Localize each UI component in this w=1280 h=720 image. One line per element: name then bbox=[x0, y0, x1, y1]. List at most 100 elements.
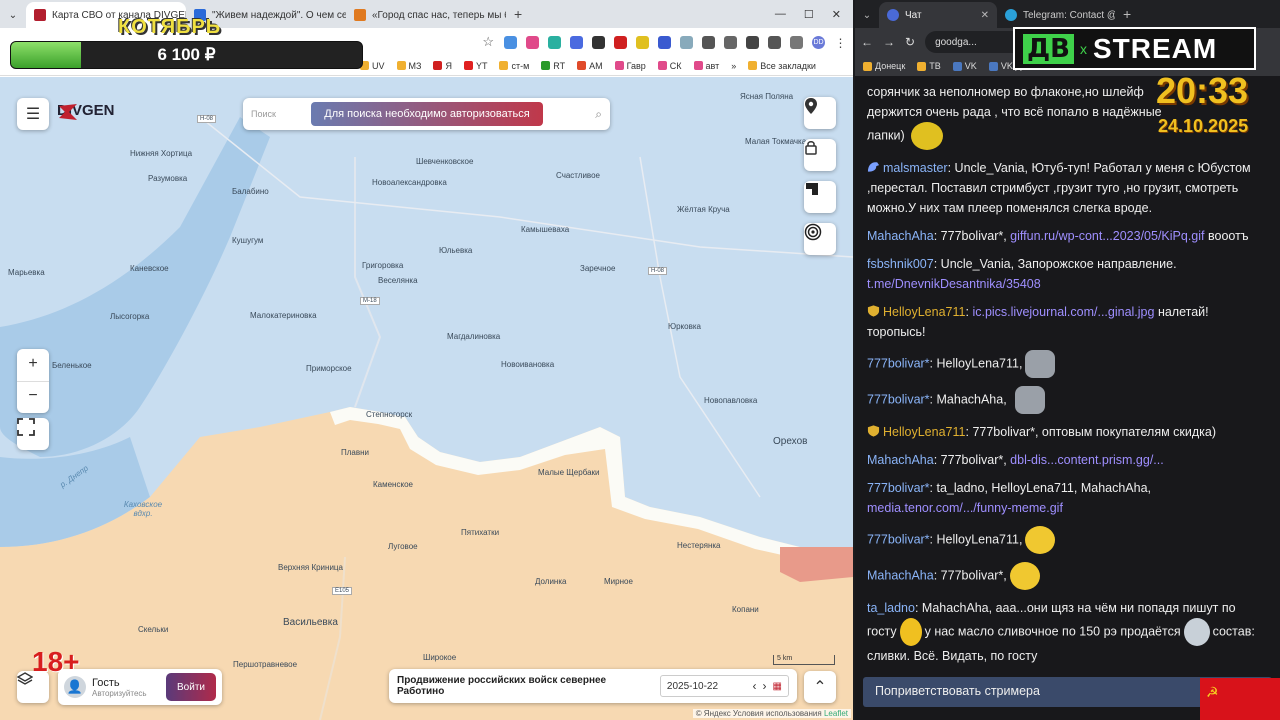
profile-avatar[interactable]: DD bbox=[812, 35, 825, 49]
extension-icon[interactable] bbox=[526, 35, 539, 49]
extension-icon[interactable] bbox=[702, 35, 715, 49]
map-canvas[interactable]: Нижняя Хортица Разумовка Балабино Кушугу… bbox=[0, 77, 853, 720]
lock-icon[interactable] bbox=[804, 139, 836, 171]
place-label: Веселянка bbox=[378, 276, 418, 285]
bookmark-item[interactable]: RT bbox=[541, 61, 565, 71]
tab-city[interactable]: «Город спас нас, теперь мы б... ✕ bbox=[346, 2, 506, 28]
download-icon[interactable] bbox=[790, 35, 803, 49]
message-link[interactable]: t.me/DnevnikDesantnika/35408 bbox=[867, 277, 1041, 291]
extension-icon[interactable] bbox=[636, 35, 649, 49]
message-link[interactable]: dbl-dis...content.prism.gg/... bbox=[1010, 453, 1164, 467]
leaflet-link[interactable]: Leaflet bbox=[824, 709, 848, 718]
bookmark-label: МЗ bbox=[408, 60, 422, 71]
extension-icon[interactable] bbox=[680, 35, 693, 49]
maximize-icon[interactable]: ☐ bbox=[804, 8, 814, 21]
message-mid: у нас масло сливочное по 150 рэ продаётс… bbox=[924, 624, 1181, 639]
bookmark-item[interactable]: YT bbox=[463, 61, 487, 71]
search-input[interactable]: Поиск bbox=[251, 109, 301, 119]
bookmark-item[interactable]: AM bbox=[577, 61, 603, 71]
chat-username[interactable]: MahachAha bbox=[867, 229, 934, 243]
timeline-title: Продвижение российских войск севернее Ра… bbox=[397, 675, 607, 697]
chat-username[interactable]: 777bolivar* bbox=[867, 356, 930, 370]
zoom-out-button[interactable]: − bbox=[17, 381, 49, 413]
bookmark-item[interactable]: Донецк bbox=[863, 61, 905, 71]
new-tab-button[interactable]: + bbox=[1115, 6, 1139, 28]
bookmark-item[interactable]: СК bbox=[657, 60, 682, 71]
forward-icon[interactable]: → bbox=[883, 35, 895, 49]
place-label: Долинка bbox=[535, 577, 567, 586]
back-icon[interactable]: ← bbox=[861, 35, 873, 49]
puzzle-icon[interactable] bbox=[724, 35, 737, 49]
bookmark-item[interactable]: VK bbox=[952, 61, 977, 71]
star-icon[interactable]: ☆ bbox=[482, 34, 494, 50]
reload-icon[interactable]: ↻ bbox=[905, 35, 915, 49]
bookmark-item[interactable]: авт bbox=[693, 61, 719, 71]
chat-username[interactable]: MahachAha bbox=[867, 568, 934, 582]
fullscreen-icon[interactable] bbox=[17, 418, 49, 450]
place-label: Счастливое bbox=[556, 171, 600, 180]
message-text: ta_ladno, HelloyLena711, MahachAha, bbox=[936, 481, 1152, 495]
chat-username[interactable]: malsmaster bbox=[883, 161, 948, 175]
chat-username[interactable]: 777bolivar* bbox=[867, 392, 930, 406]
chat-username[interactable]: 777bolivar* bbox=[867, 532, 930, 546]
bookmark-item[interactable]: МЗ bbox=[396, 60, 422, 71]
chat-username[interactable]: MahachAha bbox=[867, 453, 934, 467]
bookmark-label: AM bbox=[589, 60, 603, 71]
tab-search-icon[interactable]: ⌄ bbox=[855, 2, 879, 28]
bookmark-item[interactable]: ст-м bbox=[499, 61, 529, 71]
tab-telegram[interactable]: Telegram: Contact @D ✕ bbox=[997, 2, 1115, 28]
close-window-icon[interactable]: ✕ bbox=[832, 8, 841, 21]
bookmark-item[interactable]: Гавр bbox=[614, 61, 646, 71]
chevron-right-icon[interactable]: › bbox=[763, 679, 767, 693]
attribution-text[interactable]: © Яндекс Условия использования bbox=[696, 709, 822, 718]
chat-username[interactable]: fsbshnik007 bbox=[867, 257, 934, 271]
target-icon[interactable] bbox=[804, 223, 836, 255]
bookmark-label: СК bbox=[669, 60, 682, 71]
map-attribution: © Яндекс Условия использования Leaflet bbox=[692, 709, 851, 718]
place-label: Камышеваха bbox=[521, 225, 570, 234]
auth-required-button[interactable]: Для поиска необходимо авторизоваться bbox=[311, 102, 543, 126]
bookmark-item[interactable]: ТВ bbox=[917, 61, 941, 71]
tab-search-icon[interactable]: ⌄ bbox=[0, 2, 26, 28]
extension-icon[interactable] bbox=[570, 35, 583, 49]
chat-username[interactable]: ta_ladno bbox=[867, 601, 915, 615]
chat-username[interactable]: HelloyLena711 bbox=[883, 425, 965, 439]
message-link[interactable]: ic.pics.livejournal.com/...ginal.jpg bbox=[972, 305, 1154, 319]
map-search[interactable]: Поиск Для поиска необходимо авторизовать… bbox=[243, 98, 610, 130]
chevron-up-icon[interactable]: ⌃ bbox=[804, 671, 836, 703]
bookmark-item[interactable]: UV bbox=[360, 61, 385, 71]
chat-username[interactable]: HelloyLena711 bbox=[883, 305, 965, 319]
date-picker[interactable]: 2025-10-22 ‹ › ▦ bbox=[659, 675, 789, 697]
extension-icon[interactable] bbox=[504, 35, 517, 49]
location-pin-icon[interactable] bbox=[804, 97, 836, 129]
login-button[interactable]: Войти bbox=[166, 673, 216, 701]
extension-icon[interactable] bbox=[592, 35, 605, 49]
hamburger-menu-icon[interactable]: ☰ bbox=[17, 98, 49, 130]
clock-overlay: 20:33 bbox=[1156, 70, 1249, 111]
extension-icon[interactable] bbox=[658, 35, 671, 49]
message-link[interactable]: media.tenor.com/.../funny-meme.gif bbox=[867, 501, 1063, 515]
extension-icon[interactable] bbox=[548, 35, 561, 49]
ruler-icon[interactable] bbox=[804, 181, 836, 213]
chat-username[interactable]: 777bolivar* bbox=[867, 481, 930, 495]
more-bookmarks-icon[interactable]: » bbox=[731, 61, 736, 71]
all-bookmarks[interactable]: Все закладки bbox=[748, 61, 816, 71]
menu-icon[interactable]: ⋮ bbox=[834, 36, 847, 50]
message-link[interactable]: giffun.ru/wp-cont...2023/05/KiPq.gif bbox=[1010, 229, 1204, 243]
calendar-icon[interactable]: ▦ bbox=[773, 681, 782, 692]
search-icon[interactable]: ⌕ bbox=[595, 107, 602, 122]
minimize-icon[interactable]: — bbox=[775, 8, 786, 21]
chat-panel: сорянчик за неполномер во флаконе,но шле… bbox=[855, 76, 1280, 720]
close-icon[interactable]: ✕ bbox=[981, 10, 989, 21]
link-icon[interactable] bbox=[768, 35, 781, 49]
news-favicon bbox=[354, 9, 366, 21]
chat-message: 777bolivar*: ta_ladno, HelloyLena711, Ma… bbox=[867, 481, 1152, 515]
place-label: Кушугум bbox=[232, 236, 264, 245]
zoom-in-button[interactable]: + bbox=[28, 349, 37, 381]
key-icon[interactable] bbox=[746, 35, 759, 49]
extension-icon[interactable] bbox=[614, 35, 627, 49]
chevron-left-icon[interactable]: ‹ bbox=[753, 679, 757, 693]
bookmark-item[interactable]: Я bbox=[433, 61, 452, 71]
new-tab-button[interactable]: + bbox=[506, 6, 530, 28]
tab-chat[interactable]: Чат ✕ bbox=[879, 2, 997, 28]
